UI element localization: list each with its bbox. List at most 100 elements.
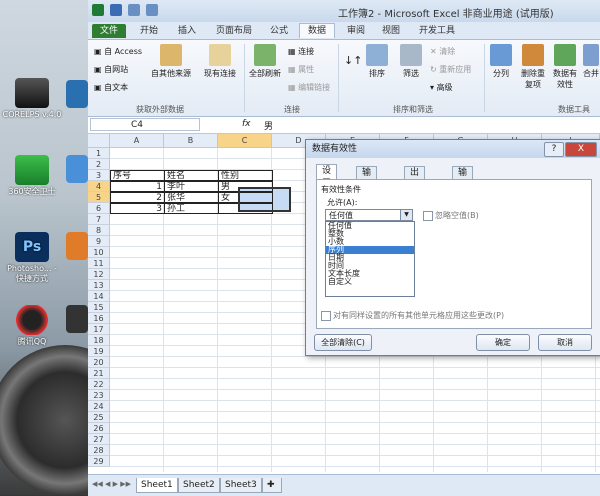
insert-sheet-icon[interactable]: ✚ bbox=[262, 478, 282, 493]
tab-developer[interactable]: 开发工具 bbox=[411, 24, 463, 38]
cell-a3[interactable]: 序号 bbox=[110, 170, 165, 181]
row-header[interactable]: 9 bbox=[88, 236, 110, 247]
row-header[interactable]: 22 bbox=[88, 379, 110, 390]
row-header[interactable]: 21 bbox=[88, 368, 110, 379]
tab-home[interactable]: 开始 bbox=[132, 24, 166, 38]
cell-a4[interactable]: 1 bbox=[110, 181, 165, 192]
existing-connections-button[interactable]: 现有连接 bbox=[200, 44, 240, 79]
cell-a6[interactable]: 3 bbox=[110, 203, 165, 214]
cell-b4[interactable]: 李叶 bbox=[164, 181, 219, 192]
cancel-button[interactable]: 取消 bbox=[538, 334, 592, 351]
sheet-tab-sheet1[interactable]: Sheet1 bbox=[136, 478, 178, 493]
partial-icon[interactable] bbox=[66, 232, 88, 260]
properties-button[interactable]: ▦ 属性 bbox=[288, 64, 314, 75]
option-custom[interactable]: 自定义 bbox=[326, 278, 414, 286]
row-header[interactable]: 7 bbox=[88, 214, 110, 225]
clear-all-button[interactable]: 全部清除(C) bbox=[314, 334, 372, 351]
row-header[interactable]: 24 bbox=[88, 401, 110, 412]
row-header[interactable]: 12 bbox=[88, 269, 110, 280]
undo-icon[interactable] bbox=[128, 4, 140, 16]
partial-icon[interactable] bbox=[66, 80, 88, 108]
tab-insert[interactable]: 插入 bbox=[170, 24, 204, 38]
row-header[interactable]: 6 bbox=[88, 203, 110, 214]
fx-icon[interactable]: fx bbox=[242, 119, 251, 129]
filter-button[interactable]: 筛选 bbox=[396, 44, 426, 79]
partial-icon[interactable] bbox=[66, 155, 88, 183]
tab-error-alert[interactable]: 出错警告 bbox=[404, 166, 426, 217]
row-header[interactable]: 25 bbox=[88, 412, 110, 423]
row-header[interactable]: 15 bbox=[88, 302, 110, 313]
partial-icon[interactable] bbox=[66, 305, 88, 333]
row-header[interactable]: 3 bbox=[88, 170, 110, 181]
tab-data[interactable]: 数据 bbox=[299, 23, 336, 38]
ok-button[interactable]: 确定 bbox=[476, 334, 530, 351]
row-header[interactable]: 26 bbox=[88, 423, 110, 434]
row-header[interactable]: 11 bbox=[88, 258, 110, 269]
column-header[interactable]: C bbox=[218, 134, 272, 148]
row-header[interactable]: 4 bbox=[88, 181, 110, 192]
tab-page-layout[interactable]: 页面布局 bbox=[208, 24, 260, 38]
connections-button[interactable]: ▦ 连接 bbox=[288, 46, 314, 57]
formula-input[interactable]: 男 bbox=[264, 119, 273, 132]
edit-links-button[interactable]: ▦ 编辑链接 bbox=[288, 82, 330, 93]
row-header[interactable]: 14 bbox=[88, 291, 110, 302]
help-button[interactable]: ? bbox=[544, 142, 564, 157]
data-validation-button[interactable]: 数据有效性 bbox=[550, 44, 580, 90]
sort-button[interactable]: 排序 bbox=[362, 44, 392, 79]
row-header[interactable]: 28 bbox=[88, 445, 110, 456]
row-header[interactable]: 13 bbox=[88, 280, 110, 291]
row-header[interactable]: 19 bbox=[88, 346, 110, 357]
redo-icon[interactable] bbox=[146, 4, 158, 16]
tab-settings[interactable]: 设置 bbox=[316, 164, 338, 189]
cell-b3[interactable]: 姓名 bbox=[164, 170, 219, 181]
row-header[interactable]: 27 bbox=[88, 434, 110, 445]
close-button[interactable]: X bbox=[565, 142, 597, 157]
row-header[interactable]: 1 bbox=[88, 148, 110, 159]
column-header[interactable]: B bbox=[164, 134, 218, 148]
sheet-tab-sheet2[interactable]: Sheet2 bbox=[178, 478, 220, 493]
other-sources-button[interactable]: 自其他来源 bbox=[146, 44, 196, 79]
cell-b6[interactable]: 孙工 bbox=[164, 203, 219, 214]
tab-view[interactable]: 视图 bbox=[374, 24, 408, 38]
cell-a5[interactable]: 2 bbox=[110, 192, 165, 203]
row-header[interactable]: 5 bbox=[88, 192, 110, 203]
text-to-columns-button[interactable]: 分列 bbox=[488, 44, 514, 79]
select-all-corner[interactable] bbox=[88, 134, 110, 148]
refresh-all-button[interactable]: 全部刷新 bbox=[246, 44, 284, 79]
desktop-icon-photoshop[interactable]: Ps Photosho... - 快捷方式 bbox=[2, 232, 62, 284]
consolidate-button[interactable]: 合并 bbox=[582, 44, 600, 79]
row-header[interactable]: 16 bbox=[88, 313, 110, 324]
row-header[interactable]: 23 bbox=[88, 390, 110, 401]
ignore-blank-checkbox[interactable] bbox=[423, 211, 433, 221]
advanced-button[interactable]: ▾ 高级 bbox=[430, 82, 453, 93]
sheet-nav-arrows[interactable]: ◀◀ ◀ ▶ ▶▶ bbox=[92, 480, 131, 488]
row-header[interactable]: 18 bbox=[88, 335, 110, 346]
tab-input-message[interactable]: 输入信息 bbox=[356, 166, 378, 217]
remove-duplicates-button[interactable]: 删除重复项 bbox=[518, 44, 548, 90]
row-header[interactable]: 29 bbox=[88, 456, 110, 467]
tab-review[interactable]: 审阅 bbox=[339, 24, 373, 38]
cell-b5[interactable]: 张华 bbox=[164, 192, 219, 203]
cell-c3[interactable]: 性别 bbox=[218, 170, 273, 181]
sheet-tab-sheet3[interactable]: Sheet3 bbox=[220, 478, 262, 493]
tab-file[interactable]: 文件 bbox=[92, 24, 127, 38]
clear-button[interactable]: ✕ 清除 bbox=[430, 46, 455, 57]
apply-all-checkbox[interactable] bbox=[321, 311, 331, 321]
row-header[interactable]: 2 bbox=[88, 159, 110, 170]
row-header[interactable]: 17 bbox=[88, 324, 110, 335]
row-header[interactable]: 20 bbox=[88, 357, 110, 368]
from-web-button[interactable]: ▣ 自网站 bbox=[94, 64, 128, 75]
reapply-button[interactable]: ↻ 重新应用 bbox=[430, 64, 471, 75]
from-access-button[interactable]: ▣ 自 Access bbox=[94, 46, 142, 57]
chevron-down-icon[interactable]: ▼ bbox=[400, 210, 412, 220]
sort-az-icon[interactable]: ↓↑ bbox=[344, 54, 362, 67]
allow-select[interactable]: 任何值 ▼ bbox=[325, 209, 413, 221]
column-header[interactable]: A bbox=[110, 134, 164, 148]
tab-formulas[interactable]: 公式 bbox=[262, 24, 296, 38]
save-icon[interactable] bbox=[110, 4, 122, 16]
desktop-icon-360[interactable]: 360安全卫士 bbox=[2, 155, 62, 197]
desktop-icon-qq[interactable]: 腾讯QQ bbox=[2, 305, 62, 347]
name-box[interactable]: C4 bbox=[90, 118, 200, 131]
tab-ime-mode[interactable]: 输入法模式 bbox=[452, 166, 474, 230]
from-text-button[interactable]: ▣ 自文本 bbox=[94, 82, 128, 93]
